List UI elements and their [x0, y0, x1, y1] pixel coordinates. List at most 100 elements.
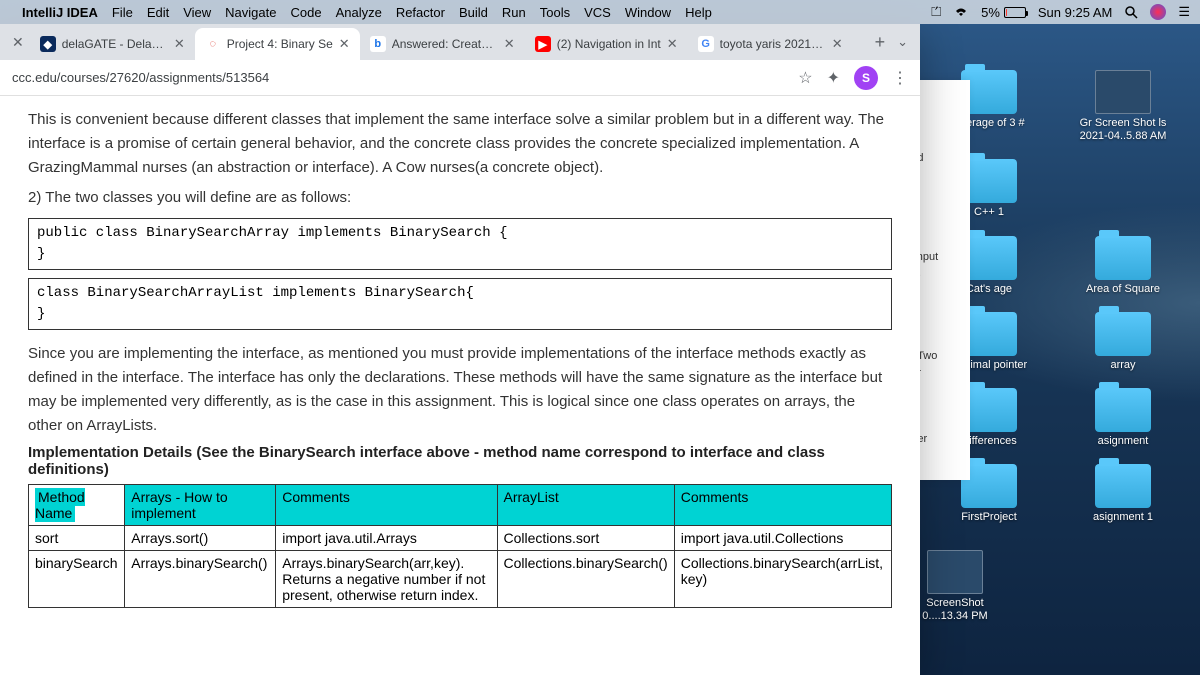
new-tab-button[interactable]: + — [875, 32, 886, 53]
menu-tools[interactable]: Tools — [540, 5, 570, 20]
screenshot-thumbnail[interactable]: ScreenShot 0....13.34 PM — [910, 550, 1000, 623]
table-header: Arrays - How to implement — [125, 485, 276, 526]
page-content[interactable]: This is convenient because different cla… — [0, 96, 920, 675]
tab-close-icon[interactable]: ✕ — [504, 36, 515, 52]
menu-refactor[interactable]: Refactor — [396, 5, 445, 20]
table-cell: import java.util.Arrays — [276, 526, 497, 551]
folder-label: FirstProject — [961, 511, 1017, 524]
search-icon[interactable] — [1124, 5, 1138, 19]
tab-close-icon[interactable]: ✕ — [174, 36, 185, 52]
tab-title: Answered: Create ja — [392, 37, 498, 51]
folder-icon — [1095, 464, 1151, 508]
table-header: ArrayList — [497, 485, 674, 526]
paragraph-1: This is convenient because different cla… — [28, 108, 892, 180]
tab-favicon: G — [698, 36, 714, 52]
menu-navigate[interactable]: Navigate — [225, 5, 276, 20]
tab-favicon: ◆ — [40, 36, 56, 52]
paragraph-4: Implementation Details (See the BinarySe… — [28, 444, 892, 478]
table-cell: Collections.sort — [497, 526, 674, 551]
folder-label: Cat's age — [966, 283, 1012, 296]
menu-file[interactable]: File — [112, 5, 133, 20]
tab-title: (2) Navigation in Int — [557, 37, 661, 51]
folder-icon — [1095, 312, 1151, 356]
folder-label: Gr Screen Shot ls 2021-04..5.88 AM — [1078, 117, 1168, 143]
app-name[interactable]: IntelliJ IDEA — [22, 5, 98, 20]
more-icon[interactable]: ⋮ — [892, 68, 908, 88]
battery-pct: 5% — [981, 5, 1000, 20]
browser-tab[interactable]: ◆ delaGATE - Delawar ✕ — [30, 28, 195, 60]
clock[interactable]: Sun 9:25 AM — [1038, 5, 1112, 20]
tab-favicon: b — [370, 36, 386, 52]
folder-label: asignment — [1098, 435, 1149, 448]
table-cell: Arrays.binarySearch() — [125, 551, 276, 608]
folder-label: C++ 1 — [974, 206, 1004, 219]
browser-tabbar: ✕ ◆ delaGATE - Delawar ✕ ◌ Project 4: Binary… — [0, 24, 920, 60]
table-cell: binarySearch — [29, 551, 125, 608]
paragraph-3: Since you are implementing the interface… — [28, 342, 892, 438]
code-block-2: class BinarySearchArrayList implements B… — [28, 278, 892, 330]
folder-icon — [1095, 388, 1151, 432]
code-block-1: public class BinarySearchArray implement… — [28, 218, 892, 270]
tab-close-icon[interactable]: ✕ — [832, 36, 843, 52]
siri-icon[interactable] — [1150, 4, 1166, 20]
wifi-icon[interactable] — [953, 6, 969, 18]
tab-overflow-icon[interactable]: ⌄ — [897, 34, 908, 50]
menu-vcs[interactable]: VCS — [584, 5, 611, 20]
desktop-folder[interactable]: asignment 1 — [1060, 464, 1186, 524]
folder-label: asignment 1 — [1093, 511, 1153, 524]
table-cell: Collections.binarySearch() — [497, 551, 674, 608]
screenshot-icon — [1095, 70, 1151, 114]
methods-table: Method NameArrays - How to implementComm… — [28, 484, 892, 608]
desktop-folder[interactable]: asignment — [1060, 388, 1186, 448]
screenshot-thumbnail[interactable]: Gr Screen Shot ls 2021-04..5.88 AM — [1060, 70, 1186, 143]
url-text[interactable]: ccc.edu/courses/27620/assignments/513564 — [12, 70, 784, 85]
menu-build[interactable]: Build — [459, 5, 488, 20]
table-cell: import java.util.Collections — [674, 526, 891, 551]
table-cell: Arrays.binarySearch(arr,key). Returns a … — [276, 551, 497, 608]
tab-title: toyota yaris 2021 - G — [720, 37, 826, 51]
star-icon[interactable]: ☆ — [798, 68, 812, 88]
mac-menubar: IntelliJ IDEA File Edit View Navigate Co… — [0, 0, 1200, 24]
table-cell: Collections.binarySearch(arrList, key) — [674, 551, 891, 608]
address-bar: ccc.edu/courses/27620/assignments/513564… — [0, 60, 920, 96]
browser-tab[interactable]: b Answered: Create ja ✕ — [360, 28, 525, 60]
folder-label: Area of Square — [1086, 283, 1160, 296]
menu-code[interactable]: Code — [290, 5, 321, 20]
screen-mirror-icon[interactable]: ⏍ — [931, 4, 941, 20]
browser-tab[interactable]: Gtoyota yaris 2021 - G ✕ — [688, 28, 853, 60]
tab-favicon: ▶ — [535, 36, 551, 52]
battery-icon — [1004, 7, 1026, 18]
menu-edit[interactable]: Edit — [147, 5, 169, 20]
tab-title: Project 4: Binary Se — [227, 37, 333, 51]
browser-window: ✕ ◆ delaGATE - Delawar ✕ ◌ Project 4: Binary… — [0, 24, 920, 675]
menu-view[interactable]: View — [183, 5, 211, 20]
table-header: Comments — [674, 485, 891, 526]
table-row: sortArrays.sort()import java.util.Arrays… — [29, 526, 892, 551]
menu-help[interactable]: Help — [685, 5, 712, 20]
tab-title: delaGATE - Delawar — [62, 37, 168, 51]
extension-icon[interactable]: ✦ — [827, 68, 840, 88]
table-cell: sort — [29, 526, 125, 551]
folder-label: ScreenShot 0....13.34 PM — [910, 597, 1000, 623]
folder-icon — [1095, 236, 1151, 280]
tab-close-icon[interactable]: ✕ — [339, 36, 350, 52]
table-row: binarySearchArrays.binarySearch()Arrays.… — [29, 551, 892, 608]
table-header: Comments — [276, 485, 497, 526]
menu-list-icon[interactable]: ☰ — [1178, 4, 1190, 20]
folder-label: array — [1110, 359, 1135, 372]
browser-tab[interactable]: ◌ Project 4: Binary Se ✕ — [195, 28, 360, 60]
desktop-folder[interactable]: array — [1060, 312, 1186, 372]
close-all-icon[interactable]: ✕ — [12, 34, 24, 51]
screenshot-icon — [927, 550, 983, 594]
table-header: Method Name — [29, 485, 125, 526]
table-cell: Arrays.sort() — [125, 526, 276, 551]
menu-window[interactable]: Window — [625, 5, 671, 20]
menu-analyze[interactable]: Analyze — [336, 5, 382, 20]
profile-avatar[interactable]: S — [854, 66, 878, 90]
tab-favicon: ◌ — [205, 36, 221, 52]
menu-run[interactable]: Run — [502, 5, 526, 20]
battery-indicator[interactable]: 5% — [981, 5, 1026, 20]
desktop-folder[interactable]: Area of Square — [1060, 236, 1186, 296]
browser-tab[interactable]: ▶ (2) Navigation in Int ✕ — [525, 28, 688, 60]
tab-close-icon[interactable]: ✕ — [667, 36, 678, 52]
